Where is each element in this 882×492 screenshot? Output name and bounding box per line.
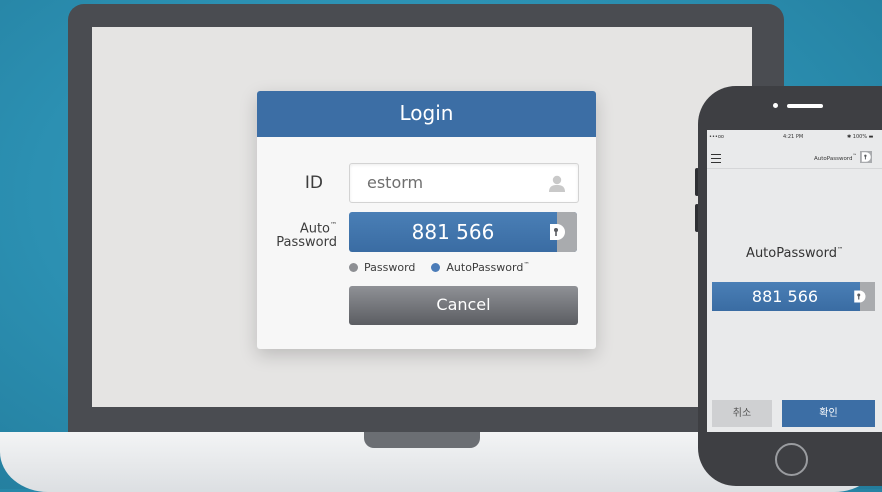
- autopassword-logo-icon: [860, 151, 872, 163]
- app-title: AutoPassword™: [814, 154, 857, 162]
- app-title-text: AutoPassword: [814, 155, 853, 162]
- radio-autopassword-label: AutoPassword™: [446, 261, 529, 274]
- signal-indicator: •••oo: [709, 134, 724, 140]
- id-input-value: estorm: [367, 173, 424, 192]
- status-time: 4:21 PM: [783, 134, 804, 140]
- mobile-code-field: 881 566: [712, 282, 875, 311]
- mobile-code: 881 566: [751, 287, 819, 306]
- auto-password-field[interactable]: 881 566: [349, 212, 577, 252]
- auto-password-label: Auto™ Password: [257, 218, 337, 250]
- trademark-mark: ™: [330, 221, 337, 229]
- login-dialog: Login ID Auto™ Password estorm 881 566 P…: [257, 91, 596, 349]
- user-icon: [549, 175, 565, 192]
- status-bar: •••oo 4:21 PM ✱ 100% ▬: [707, 134, 882, 144]
- radio-autopassword[interactable]: AutoPassword™: [431, 261, 529, 274]
- mobile-cancel-button[interactable]: 취소: [712, 400, 772, 427]
- phone-speaker: [787, 104, 823, 108]
- mobile-heading: AutoPassword™: [707, 246, 882, 261]
- hamburger-menu-icon[interactable]: [711, 154, 721, 163]
- laptop-notch: [364, 432, 480, 448]
- radio-password-label: Password: [364, 261, 416, 274]
- trademark-mark: ™: [836, 246, 843, 254]
- phone-screen: •••oo 4:21 PM ✱ 100% ▬ AutoPassword™ Aut…: [707, 130, 882, 432]
- auto-password-code: 881 566: [411, 220, 495, 244]
- autopassword-logo-icon: [550, 224, 565, 240]
- radio-dot-unselected: [349, 263, 358, 272]
- radio-autopassword-text: AutoPassword: [446, 261, 524, 274]
- cancel-button[interactable]: Cancel: [349, 286, 578, 325]
- id-label: ID: [304, 173, 323, 193]
- radio-dot-selected: [431, 263, 441, 272]
- id-input[interactable]: estorm: [349, 163, 579, 203]
- password-mode-radios: Password AutoPassword™: [349, 261, 539, 274]
- trademark-mark: ™: [523, 261, 530, 269]
- mobile-heading-text: AutoPassword: [746, 246, 837, 261]
- autopassword-logo-icon: [854, 290, 866, 303]
- battery-indicator: ✱ 100% ▬: [847, 134, 874, 140]
- mobile-confirm-button[interactable]: 확인: [782, 400, 875, 427]
- radio-password[interactable]: Password: [349, 261, 415, 274]
- auto-password-label-line1: Auto: [299, 221, 330, 237]
- phone-camera: [773, 103, 778, 108]
- phone-home-button[interactable]: [775, 443, 808, 476]
- dialog-title: Login: [257, 91, 596, 137]
- auto-password-label-line2: Password: [276, 235, 337, 251]
- app-bar: AutoPassword™: [707, 146, 882, 169]
- trademark-mark: ™: [852, 154, 858, 159]
